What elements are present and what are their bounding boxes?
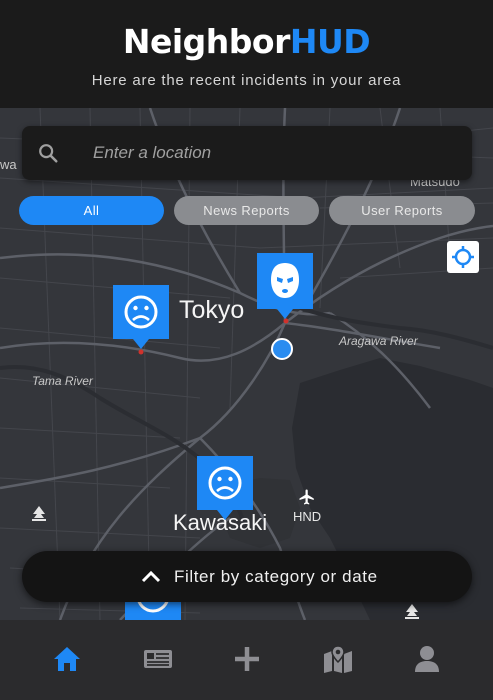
incident-map[interactable]: Tokyo Kawasaki Aragawa River Tama River … <box>0 108 493 620</box>
filter-chip-user-reports[interactable]: User Reports <box>329 196 475 225</box>
location-search-bar[interactable]: Enter a location <box>22 126 472 180</box>
app-header: NeighborHUD Here are the recent incident… <box>0 0 493 108</box>
robber-incident-central[interactable] <box>257 253 313 321</box>
map-label-tokyo: Tokyo <box>179 296 245 324</box>
logo-text-hud: HUD <box>289 22 371 61</box>
search-icon <box>39 144 58 163</box>
plus-icon <box>235 647 259 671</box>
airplane-icon <box>299 489 314 505</box>
chevron-up-icon <box>141 570 161 583</box>
nav-home[interactable] <box>22 620 112 700</box>
map-label-wa: wa <box>0 157 17 172</box>
newspaper-icon <box>144 650 172 668</box>
masked-robber-icon <box>271 263 299 298</box>
filter-by-category-bar[interactable]: Filter by category or date <box>22 551 472 602</box>
nav-news[interactable] <box>112 620 202 700</box>
map-marker-icon <box>324 645 352 673</box>
park-icon <box>32 506 46 521</box>
map-label-tama-river: Tama River <box>32 374 93 388</box>
filter-chip-all[interactable]: All <box>19 196 164 225</box>
search-input[interactable]: Enter a location <box>93 143 211 163</box>
filter-chip-news-reports[interactable]: News Reports <box>174 196 319 225</box>
home-icon <box>54 647 80 671</box>
user-icon <box>415 646 439 672</box>
current-location-dot <box>271 338 293 360</box>
park-icon <box>405 604 419 619</box>
nav-profile[interactable] <box>382 620 472 700</box>
my-location-button[interactable] <box>447 241 479 273</box>
sad-face-incident-tokyo[interactable] <box>113 285 169 351</box>
bottom-navigation <box>0 620 493 700</box>
filter-bar-label: Filter by category or date <box>174 567 378 586</box>
app-logo: NeighborHUD <box>0 22 493 61</box>
crosshair-icon <box>452 246 474 268</box>
sad-face-incident-kawasaki[interactable] <box>197 456 253 522</box>
page-subtitle: Here are the recent incidents in your ar… <box>91 72 402 89</box>
nav-map[interactable] <box>292 620 382 700</box>
map-label-hnd: HND <box>293 509 322 524</box>
nav-add-report[interactable] <box>202 620 292 700</box>
logo-text-neighbor: Neighbor <box>122 22 291 61</box>
map-label-aragawa-river: Aragawa River <box>339 334 418 348</box>
